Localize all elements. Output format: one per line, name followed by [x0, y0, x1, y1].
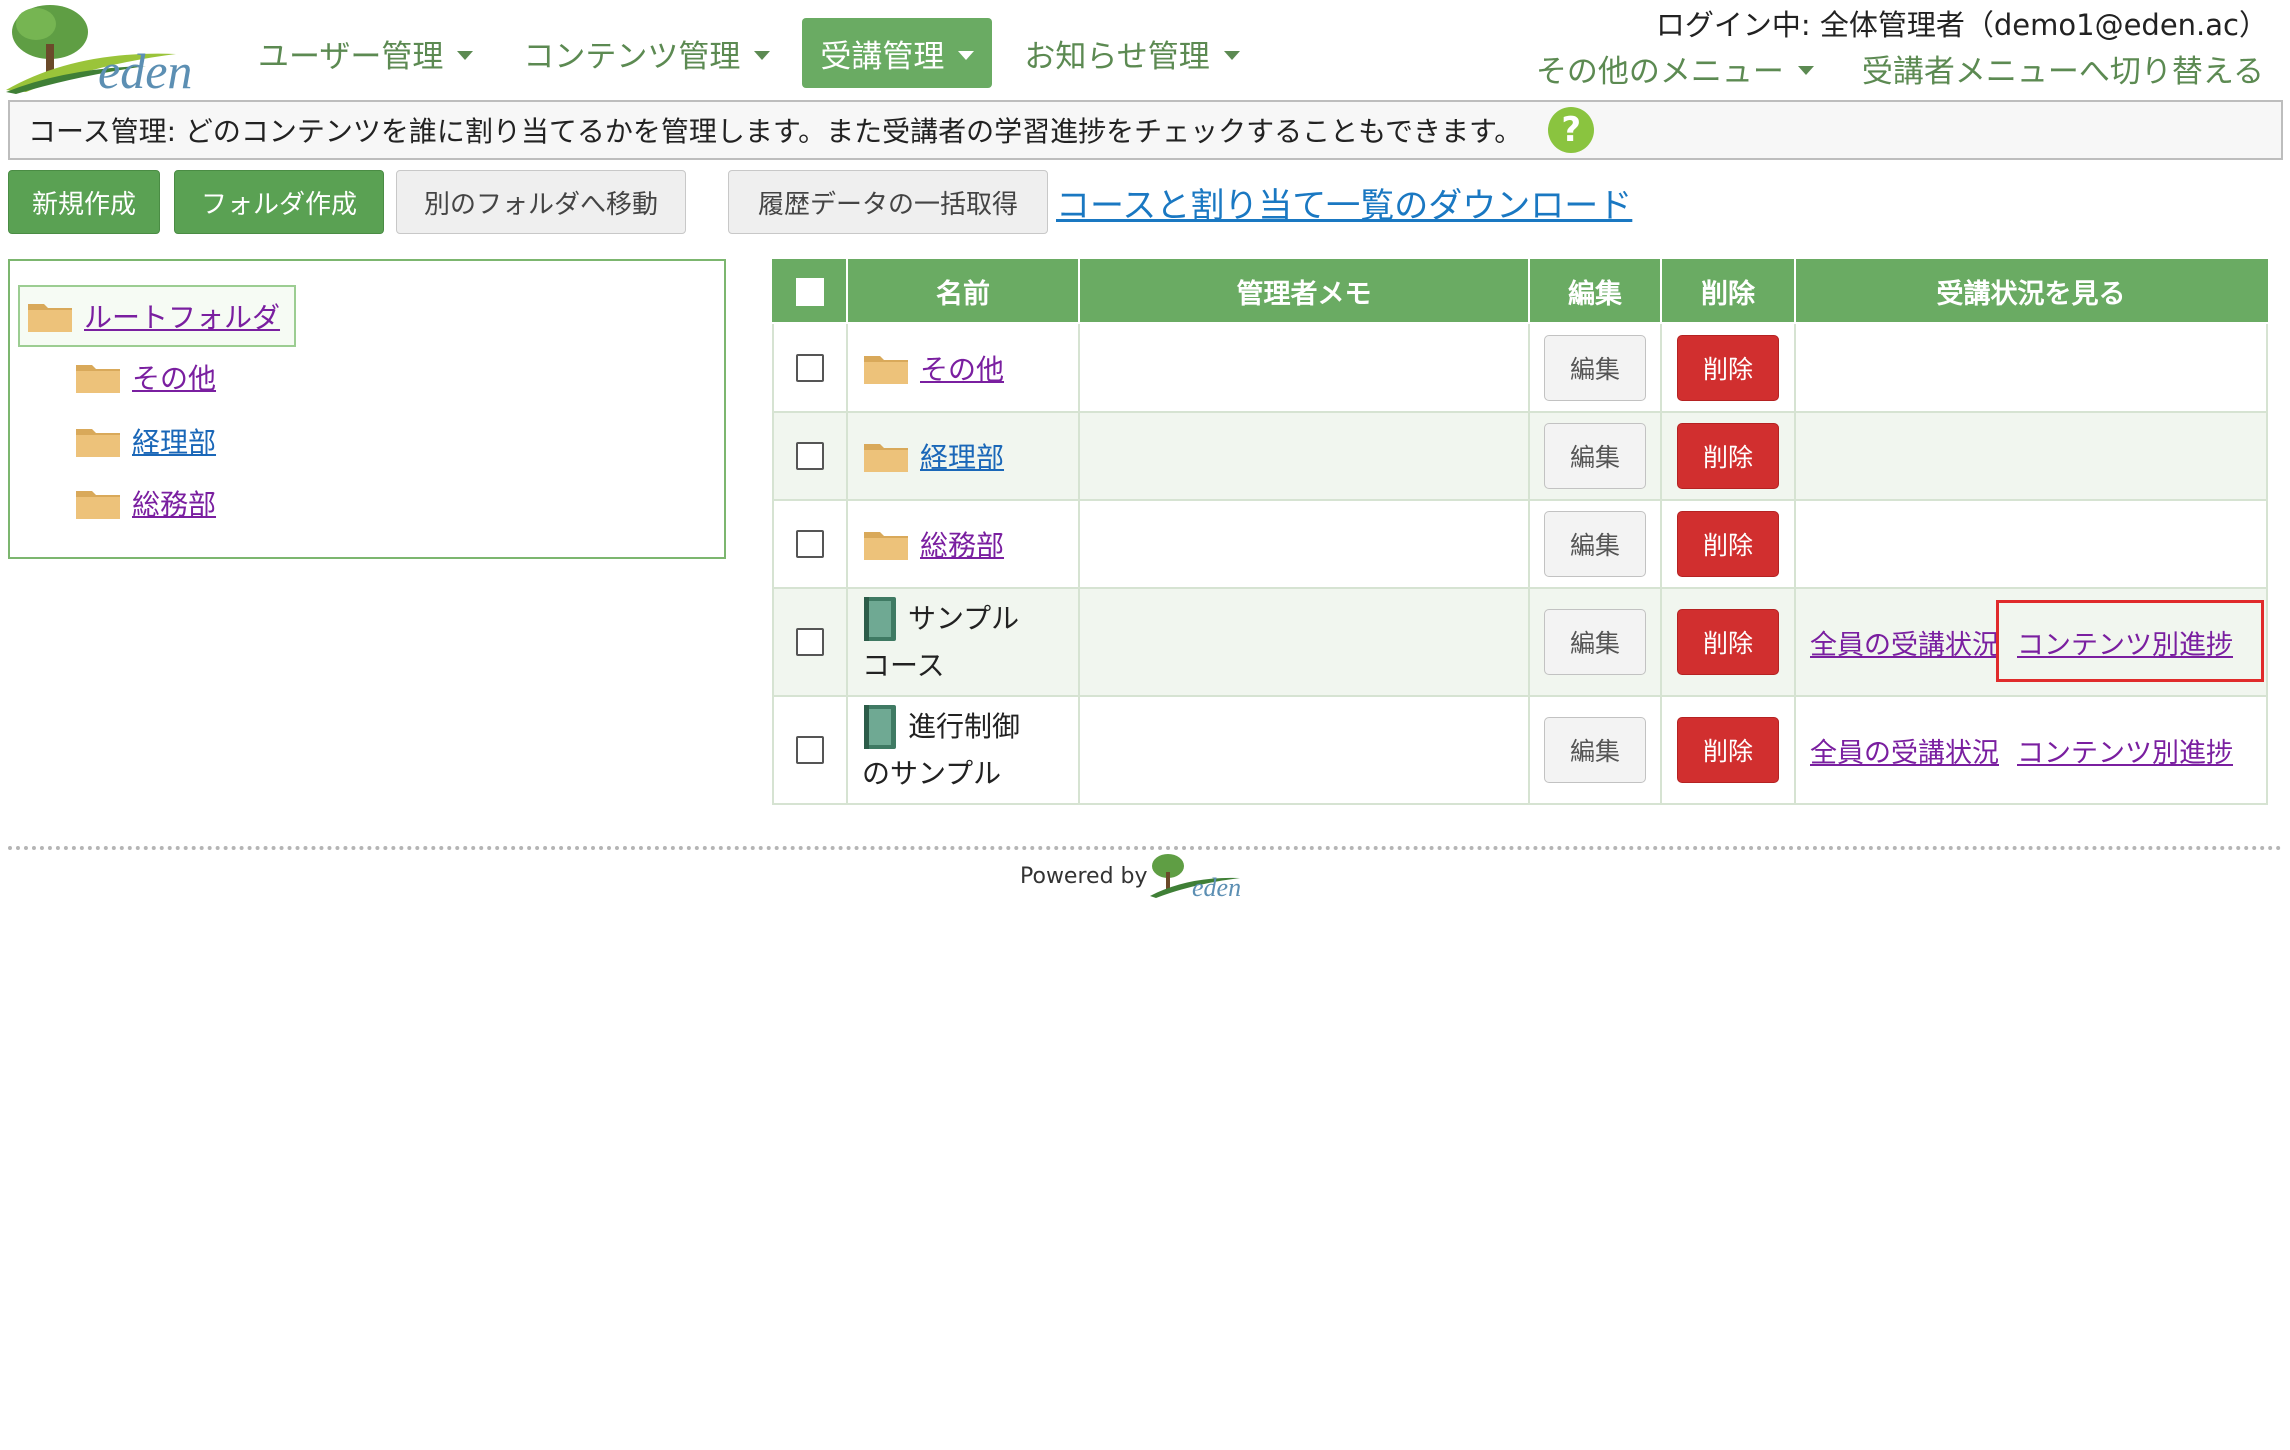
folder-icon	[76, 365, 120, 393]
tree-item-accounting[interactable]: 経理部	[74, 421, 216, 461]
tree-item-link[interactable]: 経理部	[132, 421, 216, 461]
status-cell	[1794, 322, 2268, 413]
chevron-down-icon	[754, 50, 771, 60]
table-row: サンプル コース 編集 削除 全員の受講状況 コンテンツ別進捗	[772, 587, 2268, 697]
chevron-down-icon	[457, 50, 474, 60]
nav-notice-management[interactable]: お知らせ管理	[1006, 18, 1257, 88]
tree-item-other[interactable]: その他	[74, 357, 216, 397]
history-download-button[interactable]: 履歴データの一括取得	[728, 170, 1048, 234]
tree-root-link[interactable]: ルートフォルダ	[84, 296, 280, 336]
status-cell	[1794, 499, 2268, 589]
memo-cell	[1078, 499, 1530, 589]
eden-logo[interactable]: eden	[6, 2, 211, 99]
tree-item-general-affairs[interactable]: 総務部	[74, 483, 216, 523]
delete-button[interactable]: 削除	[1677, 609, 1779, 675]
all-status-link[interactable]: 全員の受講状況	[1810, 623, 1999, 662]
memo-cell	[1078, 322, 1530, 413]
folder-tree: ルートフォルダ その他 経理部 総務部	[8, 259, 726, 559]
table-row: 総務部 編集 削除	[772, 499, 2268, 589]
delete-button[interactable]: 削除	[1677, 423, 1779, 489]
memo-cell	[1078, 411, 1530, 501]
edit-button[interactable]: 編集	[1544, 423, 1646, 489]
folder-link[interactable]: 総務部	[920, 524, 1004, 564]
book-icon	[864, 597, 896, 641]
table-row: その他 編集 削除	[772, 322, 2268, 413]
switch-to-learner-menu[interactable]: 受講者メニューへ切り替える	[1862, 46, 2264, 91]
table-header-row: 名前 管理者メモ 編集 削除 受講状況を見る	[772, 259, 2268, 324]
main-nav: ユーザー管理 コンテンツ管理 受講管理 お知らせ管理	[240, 18, 1272, 88]
all-status-link[interactable]: 全員の受講状況	[1810, 731, 1999, 770]
status-cell: 全員の受講状況 コンテンツ別進捗	[1794, 587, 2268, 697]
table-row: 経理部 編集 削除	[772, 411, 2268, 501]
right-nav: その他のメニュー 受講者メニューへ切り替える	[1488, 46, 2264, 91]
content-progress-link[interactable]: コンテンツ別進捗	[2017, 623, 2233, 662]
row-checkbox[interactable]	[796, 736, 824, 764]
chevron-down-icon	[958, 50, 975, 60]
footer-divider	[8, 846, 2283, 850]
new-folder-button[interactable]: フォルダ作成	[174, 170, 384, 234]
header-name: 名前	[846, 259, 1080, 324]
header-delete: 削除	[1660, 259, 1796, 324]
tree-item-link[interactable]: 総務部	[132, 483, 216, 523]
nav-content-management[interactable]: コンテンツ管理	[505, 18, 788, 88]
login-info: ログイン中: 全体管理者（demo1@eden.ac）	[1655, 8, 2268, 42]
tree-root-folder[interactable]: ルートフォルダ	[18, 285, 296, 347]
content-progress-link[interactable]: コンテンツ別進捗	[2017, 731, 2233, 770]
edit-button[interactable]: 編集	[1544, 334, 1646, 401]
chevron-down-icon	[1797, 66, 1814, 75]
svg-text:eden: eden	[98, 43, 192, 94]
folder-icon	[28, 304, 72, 332]
row-checkbox[interactable]	[796, 353, 824, 382]
tree-item-link[interactable]: その他	[132, 357, 216, 397]
header-memo: 管理者メモ	[1078, 259, 1530, 324]
nav-user-management[interactable]: ユーザー管理	[240, 18, 491, 88]
help-icon[interactable]: ?	[1548, 107, 1595, 153]
status-cell: 全員の受講状況 コンテンツ別進捗	[1794, 695, 2268, 805]
other-menu[interactable]: その他のメニュー	[1536, 46, 1814, 91]
folder-icon	[864, 532, 908, 560]
edit-button[interactable]: 編集	[1544, 717, 1646, 783]
table-row: 進行制御 のサンプル 編集 削除 全員の受講状況 コンテンツ別進捗	[772, 695, 2268, 805]
course-assignment-download-link[interactable]: コースと割り当て一覧のダウンロード	[1056, 178, 1632, 227]
row-checkbox[interactable]	[796, 628, 824, 656]
folder-icon	[864, 355, 908, 384]
row-checkbox[interactable]	[796, 530, 824, 558]
select-all-checkbox[interactable]	[796, 277, 824, 306]
new-button[interactable]: 新規作成	[8, 170, 160, 234]
delete-button[interactable]: 削除	[1677, 717, 1779, 783]
chevron-down-icon	[1223, 50, 1240, 60]
eden-footer-logo: eden	[1149, 854, 1241, 900]
move-folder-button[interactable]: 別のフォルダへ移動	[396, 170, 686, 234]
svg-text:eden: eden	[1192, 873, 1241, 900]
course-table: 名前 管理者メモ 編集 削除 受講状況を見る その他 編集 削除 経理部 編集 …	[772, 259, 2268, 805]
header-status: 受講状況を見る	[1794, 259, 2268, 324]
edit-button[interactable]: 編集	[1544, 511, 1646, 577]
delete-button[interactable]: 削除	[1677, 334, 1779, 401]
folder-icon	[864, 444, 908, 472]
page-description: コース管理: どのコンテンツを誰に割り当てるかを管理します。また受講者の学習進捗…	[8, 100, 2283, 160]
nav-course-management[interactable]: 受講管理	[802, 18, 993, 88]
course-name: 進行制御 のサンプル	[848, 703, 1078, 797]
row-checkbox[interactable]	[796, 442, 824, 470]
edit-button[interactable]: 編集	[1544, 609, 1646, 675]
select-all-cell	[772, 259, 848, 324]
status-cell	[1794, 411, 2268, 501]
delete-button[interactable]: 削除	[1677, 511, 1779, 577]
book-icon	[864, 705, 896, 749]
header-edit: 編集	[1528, 259, 1662, 324]
course-name: サンプル コース	[848, 595, 1078, 689]
folder-icon	[76, 429, 120, 457]
memo-cell	[1078, 587, 1530, 697]
folder-link[interactable]: 経理部	[920, 436, 1004, 476]
powered-by: Powered by eden	[1020, 852, 1258, 900]
folder-icon	[76, 491, 120, 519]
folder-link[interactable]: その他	[920, 348, 1004, 388]
memo-cell	[1078, 695, 1530, 805]
